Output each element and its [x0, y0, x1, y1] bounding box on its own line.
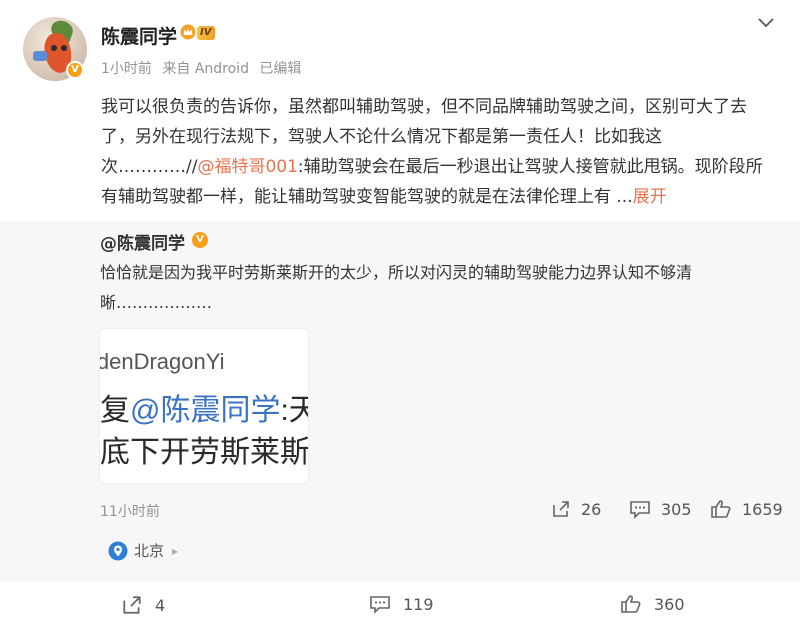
- avatar-eye: [61, 45, 67, 51]
- location-icon: [108, 541, 128, 560]
- mention-link[interactable]: @福特哥001: [197, 157, 297, 177]
- image-text-prefix: 复: [100, 394, 130, 427]
- comment-count: 119: [403, 594, 434, 614]
- comment-button[interactable]: 119: [369, 594, 434, 614]
- like-count: 360: [654, 594, 685, 614]
- like-button[interactable]: 360: [620, 594, 685, 614]
- crown-icon: [180, 24, 196, 40]
- repost-like-count: 1659: [742, 499, 783, 519]
- repost-comment-button[interactable]: 305: [629, 499, 692, 519]
- post-meta: 1小时前 来自 Android 已编辑: [101, 58, 307, 78]
- post-source: 来自 Android: [162, 61, 249, 77]
- post-time: 1小时前: [101, 61, 152, 77]
- post-text: 我可以很负责的告诉你，虽然都叫辅助驾驶，但不同品牌辅助驾驶之间，区别可大了去了，…: [101, 92, 771, 212]
- like-icon: [621, 595, 641, 613]
- comment-icon: [630, 501, 650, 519]
- share-icon: [123, 596, 141, 614]
- avatar-accent: [33, 51, 47, 61]
- repost-image[interactable]: ldenDragonYi 复@陈震同学:天 底下开劳斯莱斯: [99, 328, 309, 484]
- image-text-suffix: :天: [280, 394, 308, 427]
- comment-icon: [370, 596, 390, 614]
- expand-link[interactable]: 展开: [633, 187, 667, 207]
- like-icon: [711, 500, 731, 518]
- image-text-line: 复@陈震同学:天: [100, 385, 308, 429]
- user-name[interactable]: 陈震同学: [101, 22, 177, 49]
- verified-badge-icon: V: [66, 61, 84, 79]
- post-edited[interactable]: 已编辑: [259, 61, 301, 77]
- image-text-line: 底下开劳斯莱斯: [100, 436, 309, 469]
- repost-text: 恰恰就是因为我平时劳斯莱斯开的太少，所以对闪灵的辅助驾驶能力边界认知不够清晰………: [100, 263, 693, 312]
- share-button[interactable]: 4: [121, 594, 165, 616]
- repost-like-button[interactable]: 1659: [710, 499, 783, 519]
- repost-author[interactable]: @陈震同学: [100, 229, 185, 254]
- avatar-eye: [51, 45, 57, 51]
- location-name: 北京: [134, 542, 165, 560]
- level-badge: IV: [197, 26, 216, 40]
- share-icon: [553, 501, 569, 517]
- chevron-down-icon[interactable]: [757, 16, 775, 30]
- repost-share-count: 26: [581, 499, 602, 519]
- image-text-line: ldenDragonYi: [99, 349, 225, 374]
- location-tag[interactable]: 北京 ▸: [108, 540, 178, 561]
- verified-badge-icon: V: [192, 232, 208, 248]
- repost-comment-count: 305: [661, 499, 692, 519]
- repost-time[interactable]: 11小时前: [100, 501, 160, 521]
- repost-share-button[interactable]: 26: [551, 499, 601, 519]
- share-count: 4: [155, 595, 166, 615]
- chevron-right-icon: ▸: [172, 543, 179, 558]
- image-text-mention: @陈震同学: [130, 394, 281, 427]
